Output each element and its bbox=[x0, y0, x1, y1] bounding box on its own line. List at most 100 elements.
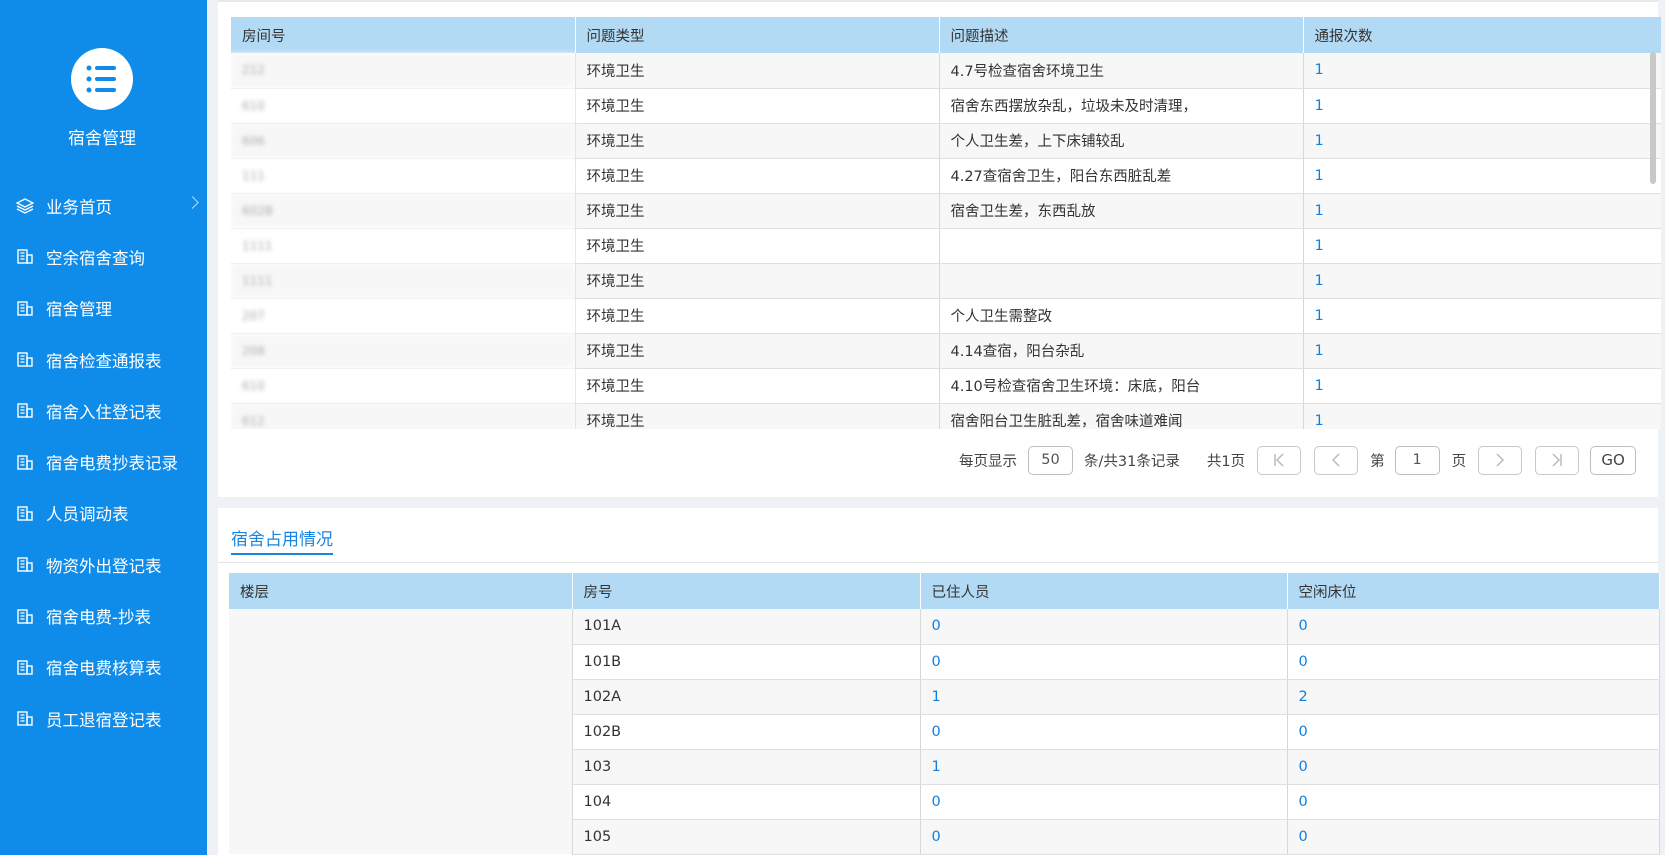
table-row[interactable]: 612 环境卫生 宿舍阳台卫生脏乱差，宿舍味道难闻 1 bbox=[231, 403, 1661, 429]
report-count-cell[interactable]: 1 bbox=[1303, 88, 1661, 124]
sidebar-item-2[interactable]: 宿舍管理 bbox=[0, 283, 207, 334]
sidebar-item-9[interactable]: 宿舍电费核算表 bbox=[0, 642, 207, 693]
building-icon bbox=[15, 710, 35, 728]
building-icon bbox=[15, 658, 35, 676]
occupants-cell[interactable]: 1 bbox=[920, 679, 1288, 715]
report-count-cell[interactable]: 1 bbox=[1303, 298, 1661, 334]
issue-type-cell: 环境卫生 bbox=[575, 298, 940, 334]
table-row[interactable]: 606 环境卫生 个人卫生差，上下床铺较乱 1 bbox=[231, 123, 1661, 159]
column-header[interactable]: 已住人员 bbox=[920, 573, 1288, 609]
per-page-input[interactable]: 50 bbox=[1028, 445, 1073, 475]
report-count-cell[interactable]: 1 bbox=[1303, 368, 1661, 404]
sidebar-item-7[interactable]: 物资外出登记表 bbox=[0, 539, 207, 590]
building-icon bbox=[15, 607, 35, 625]
occupants-cell[interactable]: 0 bbox=[920, 819, 1288, 855]
occupants-cell[interactable]: 1 bbox=[920, 749, 1288, 785]
issue-description-cell: 宿舍东西摆放杂乱，垃圾未及时清理， bbox=[939, 88, 1304, 124]
go-button[interactable]: GO bbox=[1590, 445, 1637, 475]
free-beds-cell[interactable]: 0 bbox=[1287, 609, 1660, 645]
column-header[interactable]: 问题描述 bbox=[939, 17, 1304, 53]
room-cell: 104 bbox=[572, 784, 921, 820]
inspection-table: 房间号 问题类型 问题描述 通报次数 212 环境卫生 4.7号检查宿舍环境卫生 1 610 环… bbox=[231, 17, 1661, 429]
occupants-cell[interactable]: 0 bbox=[920, 609, 1288, 645]
sidebar-item-5[interactable]: 宿舍电费抄表记录 bbox=[0, 436, 207, 487]
free-beds-cell[interactable]: 0 bbox=[1287, 644, 1660, 680]
occupants-cell[interactable]: 0 bbox=[920, 784, 1288, 820]
free-beds-cell[interactable]: 0 bbox=[1287, 819, 1660, 855]
table-row[interactable]: 602B 环境卫生 宿舍卫生差，东西乱放 1 bbox=[231, 193, 1661, 229]
column-header[interactable]: 空闲床位 bbox=[1287, 573, 1660, 609]
issue-type-cell: 环境卫生 bbox=[575, 263, 940, 299]
per-page-label: 每页显示 bbox=[959, 453, 1017, 470]
room-cell: 105 bbox=[572, 819, 921, 855]
report-count-cell[interactable]: 1 bbox=[1303, 53, 1661, 89]
table-scrollbar[interactable] bbox=[1650, 52, 1656, 184]
menu-icon[interactable] bbox=[71, 48, 133, 110]
records-label: 条/共31条记录 bbox=[1084, 453, 1180, 470]
table-row[interactable]: 610 环境卫生 宿舍东西摆放杂乱，垃圾未及时清理， 1 bbox=[231, 88, 1661, 124]
page-number-input[interactable]: 1 bbox=[1394, 445, 1440, 475]
prev-page-button[interactable] bbox=[1314, 445, 1359, 475]
occupants-cell[interactable]: 0 bbox=[920, 644, 1288, 680]
column-header[interactable]: 楼层 bbox=[229, 573, 573, 609]
building-icon bbox=[15, 453, 35, 471]
issue-description-cell: 个人卫生差，上下床铺较乱 bbox=[939, 123, 1304, 159]
table-row[interactable]: 101A 0 0 bbox=[229, 609, 1660, 854]
issue-description-cell: 4.7号检查宿舍环境卫生 bbox=[939, 53, 1304, 89]
first-page-icon bbox=[1274, 453, 1284, 467]
table-row[interactable]: 1111 环境卫生 1 bbox=[231, 263, 1661, 299]
sidebar-item-6[interactable]: 人员调动表 bbox=[0, 488, 207, 539]
sidebar-item-0[interactable]: 业务首页 bbox=[0, 180, 207, 231]
sidebar-nav: 业务首页 空余宿舍查询 宿舍管理 宿舍检查通报表 宿舍入住登记表 宿舍电费抄表记录 人员调动… bbox=[0, 180, 207, 744]
table-row[interactable]: 212 环境卫生 4.7号检查宿舍环境卫生 1 bbox=[231, 53, 1661, 89]
occupancy-section-title[interactable]: 宿舍占用情况 bbox=[231, 525, 333, 555]
sidebar-item-8[interactable]: 宿舍电费-抄表 bbox=[0, 590, 207, 641]
report-count-cell[interactable]: 1 bbox=[1303, 193, 1661, 229]
building-icon bbox=[15, 299, 35, 317]
free-beds-cell[interactable]: 2 bbox=[1287, 679, 1660, 715]
total-pages-label: 共1页 bbox=[1206, 453, 1246, 470]
pagination: 每页显示 50 条/共31条记录 共1页 第 1 页 GO bbox=[959, 445, 1637, 475]
room-cell: 102A bbox=[572, 679, 921, 715]
issue-description-cell: 4.27查宿舍卫生，阳台东西脏乱差 bbox=[939, 158, 1304, 194]
issue-description-cell: 4.10号检查宿舍卫生环境：床底，阳台 bbox=[939, 368, 1304, 404]
table-row[interactable]: 1111 环境卫生 1 bbox=[231, 228, 1661, 264]
sidebar-item-label: 宿舍电费-抄表 bbox=[46, 608, 151, 628]
table-row[interactable]: 207 环境卫生 个人卫生需整改 1 bbox=[231, 298, 1661, 334]
sidebar-item-4[interactable]: 宿舍入住登记表 bbox=[0, 385, 207, 436]
table-row[interactable]: 111 环境卫生 4.27查宿舍卫生，阳台东西脏乱差 1 bbox=[231, 158, 1661, 194]
column-header[interactable]: 问题类型 bbox=[575, 17, 940, 53]
building-icon bbox=[15, 556, 35, 574]
report-count-cell[interactable]: 1 bbox=[1303, 228, 1661, 264]
last-page-button[interactable] bbox=[1535, 445, 1580, 475]
report-count-cell[interactable]: 1 bbox=[1303, 403, 1661, 429]
sidebar-item-10[interactable]: 员工退宿登记表 bbox=[0, 693, 207, 744]
table-row[interactable]: 610 环境卫生 4.10号检查宿舍卫生环境：床底，阳台 1 bbox=[231, 368, 1661, 404]
sidebar-item-1[interactable]: 空余宿舍查询 bbox=[0, 231, 207, 282]
report-count-cell[interactable]: 1 bbox=[1303, 263, 1661, 299]
building-icon bbox=[15, 248, 35, 266]
issue-description-cell: 4.14查宿，阳台杂乱 bbox=[939, 333, 1304, 369]
issue-description-cell: 宿舍阳台卫生脏乱差，宿舍味道难闻 bbox=[939, 403, 1304, 429]
report-count-cell[interactable]: 1 bbox=[1303, 158, 1661, 194]
report-count-cell[interactable]: 1 bbox=[1303, 123, 1661, 159]
room-cell: 103 bbox=[572, 749, 921, 785]
sidebar-item-3[interactable]: 宿舍检查通报表 bbox=[0, 334, 207, 385]
first-page-button[interactable] bbox=[1257, 445, 1302, 475]
column-header[interactable]: 房间号 bbox=[231, 17, 576, 53]
free-beds-cell[interactable]: 0 bbox=[1287, 784, 1660, 820]
occupancy-table-wrapper: 楼层 房号 已住人员 空闲床位 101A 0 0 101B 0 0 102A 1 2 102B 0 0 103… bbox=[229, 573, 1660, 855]
report-count-cell[interactable]: 1 bbox=[1303, 333, 1661, 369]
next-page-button[interactable] bbox=[1478, 445, 1523, 475]
sidebar-item-label: 物资外出登记表 bbox=[46, 556, 162, 576]
room-number-cell: 606 bbox=[231, 123, 576, 159]
free-beds-cell[interactable]: 0 bbox=[1287, 714, 1660, 750]
issue-description-cell: 个人卫生需整改 bbox=[939, 298, 1304, 334]
column-header[interactable]: 房号 bbox=[572, 573, 921, 609]
table-row[interactable]: 208 环境卫生 4.14查宿，阳台杂乱 1 bbox=[231, 333, 1661, 369]
room-number-cell: 610 bbox=[231, 88, 576, 124]
free-beds-cell[interactable]: 0 bbox=[1287, 749, 1660, 785]
column-header[interactable]: 通报次数 bbox=[1303, 17, 1661, 53]
occupants-cell[interactable]: 0 bbox=[920, 714, 1288, 750]
room-cell: 101B bbox=[572, 644, 921, 680]
